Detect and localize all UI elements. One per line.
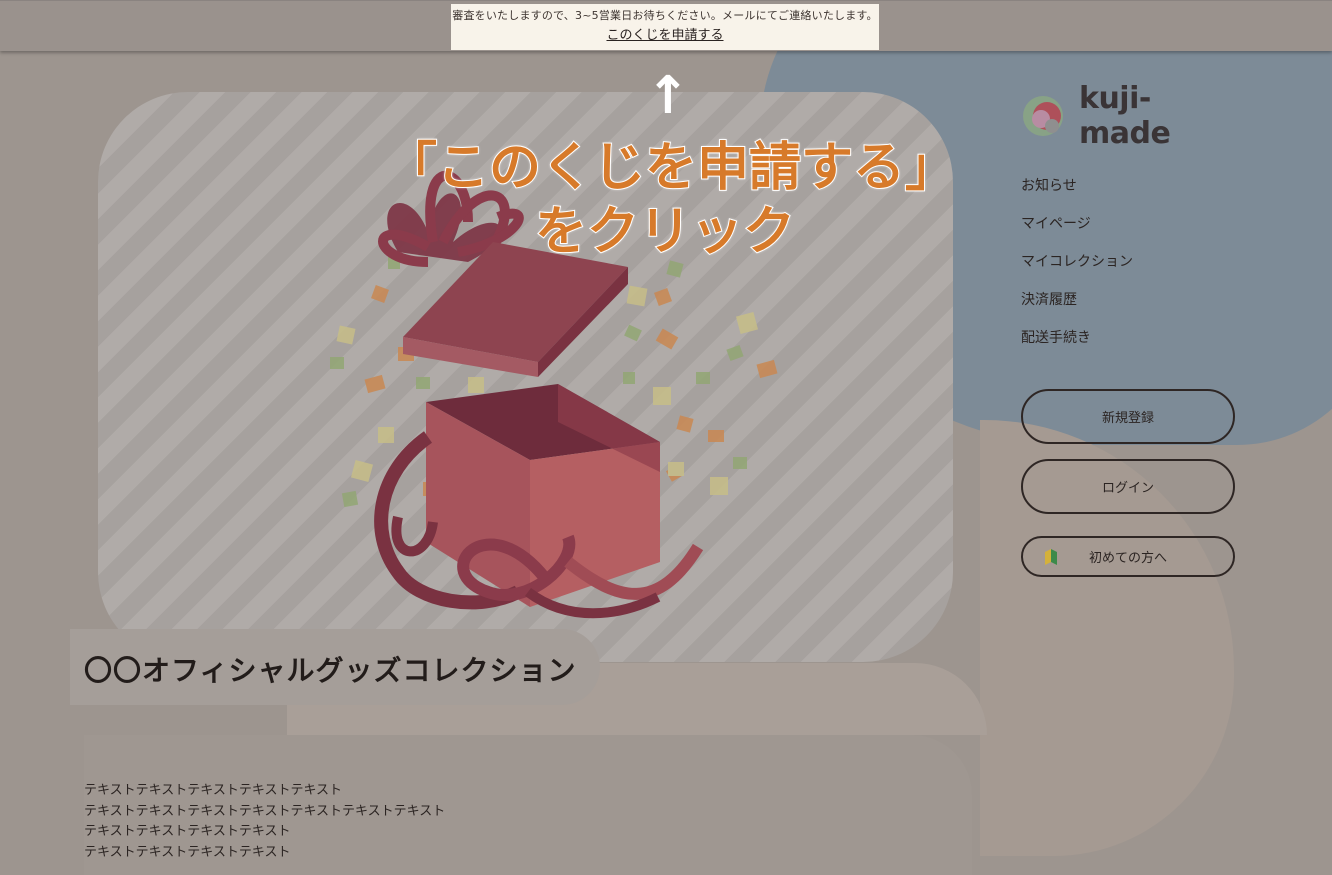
description-line: テキストテキストテキストテキストテキスト	[84, 783, 343, 798]
login-button[interactable]: ログイン	[1021, 459, 1235, 514]
kuji-made-logo-icon	[1021, 93, 1067, 139]
login-button-label: ログイン	[1101, 481, 1154, 496]
description-line: テキストテキストテキストテキストテキストテキストテキスト	[84, 803, 446, 819]
instruction-overlay: 「このくじを申請する」 をクリック	[384, 136, 958, 264]
beginner-guide-button[interactable]: 初めての方へ	[1021, 536, 1235, 577]
description-line: テキストテキストテキストテキスト	[84, 824, 291, 839]
description-line: テキストテキストテキストテキスト	[84, 844, 291, 860]
page-title: 〇〇オフィシャルグッズコレクション	[84, 654, 577, 687]
apply-kuji-link[interactable]: このくじを申請する	[606, 29, 723, 43]
register-button-label: 新規登録	[1101, 411, 1154, 426]
brand-name: kuji-made	[1079, 81, 1171, 151]
beginner-mark-icon	[1045, 549, 1057, 569]
notice-message: 審査をいたしますので、3~5営業日お待ちください。メールにてご連絡いたします。	[452, 9, 878, 22]
nav-item-shipping[interactable]: 配送手続き	[1021, 328, 1133, 366]
register-button[interactable]: 新規登録	[1021, 389, 1235, 444]
nav-item-payment-history[interactable]: 決済履歴	[1021, 290, 1133, 328]
side-nav: お知らせ マイページ マイコレクション 決済履歴 配送手続き	[1021, 176, 1133, 366]
nav-item-mypage[interactable]: マイページ	[1021, 214, 1133, 252]
kuji-made-logo[interactable]: kuji-made	[1021, 81, 1241, 151]
beginner-button-label: 初めての方へ	[1088, 551, 1167, 566]
instruction-line-1: 「このくじを申請する」	[384, 137, 958, 199]
up-arrow-icon: ↑	[646, 66, 690, 126]
nav-item-my-collection[interactable]: マイコレクション	[1021, 252, 1133, 290]
notice-box: 審査をいたしますので、3~5営業日お待ちください。メールにてご連絡いたします。 …	[451, 4, 879, 50]
instruction-line-2: をクリック	[534, 201, 796, 263]
description-text: テキストテキストテキストテキストテキスト テキストテキストテキストテキストテキス…	[84, 781, 445, 863]
nav-item-news[interactable]: お知らせ	[1021, 176, 1133, 214]
